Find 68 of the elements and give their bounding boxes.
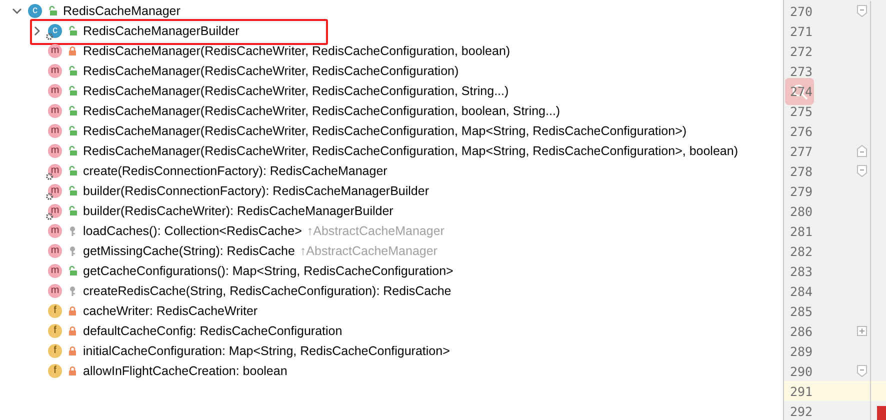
line-number: 285: [790, 304, 813, 318]
method-icon: m: [48, 244, 62, 258]
line-number: 279: [790, 184, 813, 198]
method-icon: m: [48, 104, 62, 118]
member-name[interactable]: builder(RedisCacheWriter): RedisCacheManagerBuilder: [83, 204, 394, 218]
line-number: 277: [790, 144, 813, 158]
line-number: 291: [790, 384, 813, 398]
member-name[interactable]: RedisCacheManager(RedisCacheWriter, RedisCacheConfiguration): [83, 64, 459, 78]
member-name[interactable]: loadCaches(): Collection<RedisCache>: [83, 224, 302, 238]
line-number: 292: [790, 404, 813, 418]
line-number: 281: [790, 224, 813, 238]
line-number: 284: [790, 284, 813, 298]
inherited-from: ↑AbstractCacheManager: [300, 244, 438, 258]
fold-plus-icon[interactable]: [857, 326, 868, 336]
member-name[interactable]: defaultCacheConfig: RedisCacheConfiguration: [83, 324, 342, 338]
method-icon: m: [48, 144, 62, 158]
method-icon: m: [48, 164, 62, 178]
line-number: 278: [790, 164, 813, 178]
member-name[interactable]: RedisCacheManager(RedisCacheWriter, RedisCacheConfiguration, Map<String, RedisCacheConfiguration>): [83, 124, 687, 138]
method-icon: m: [48, 264, 62, 278]
line-number: 276: [790, 124, 813, 138]
member-name[interactable]: getMissingCache(String): RedisCache: [83, 244, 295, 258]
field-icon: f: [48, 364, 62, 378]
line-number: 274: [790, 84, 813, 98]
line-number: 286: [790, 324, 813, 338]
method-icon: m: [48, 84, 62, 98]
method-icon: m: [48, 224, 62, 238]
member-name[interactable]: allowInFlightCacheCreation: boolean: [83, 364, 288, 378]
member-name[interactable]: RedisCacheManager(RedisCacheWriter, RedisCacheConfiguration, boolean, String...): [83, 104, 560, 118]
method-icon: m: [48, 204, 62, 218]
fold-minus-icon[interactable]: [857, 365, 868, 377]
method-icon: m: [48, 184, 62, 198]
line-number: 270: [790, 4, 813, 18]
member-name[interactable]: RedisCacheManager: [63, 4, 180, 18]
class-icon: c: [28, 4, 42, 18]
member-name[interactable]: createRedisCache(String, RedisCacheConfiguration): RedisCache: [83, 284, 452, 298]
field-icon: f: [48, 324, 62, 338]
method-icon: m: [48, 284, 62, 298]
fold-minus-icon[interactable]: [857, 5, 868, 17]
fold-minus-icon[interactable]: [857, 165, 868, 177]
fold-minus-icon[interactable]: [857, 145, 868, 157]
line-number: 290: [790, 364, 813, 378]
line-number: 282: [790, 244, 813, 258]
member-name[interactable]: builder(RedisConnectionFactory): RedisCacheManagerBuilder: [83, 184, 430, 198]
member-name[interactable]: RedisCacheManager(RedisCacheWriter, RedisCacheConfiguration, Map<String, RedisCacheConfiguration>, boolean): [83, 144, 738, 158]
field-icon: f: [48, 304, 62, 318]
member-name[interactable]: getCacheConfigurations(): Map<String, RedisCacheConfiguration>: [83, 264, 454, 278]
method-icon: m: [48, 64, 62, 78]
member-name[interactable]: cacheWriter: RedisCacheWriter: [83, 304, 258, 318]
search-icon[interactable]: [785, 78, 814, 105]
line-number: 273: [790, 64, 813, 78]
member-name[interactable]: RedisCacheManager(RedisCacheWriter, RedisCacheConfiguration, boolean): [83, 44, 510, 58]
line-number: 271: [790, 24, 813, 38]
error-stripe-mark: [877, 406, 886, 420]
line-number: 283: [790, 264, 813, 278]
member-name[interactable]: RedisCacheManager(RedisCacheWriter, RedisCacheConfiguration, String...): [83, 84, 509, 98]
class-icon: c: [48, 24, 62, 38]
method-icon: m: [48, 44, 62, 58]
line-number: 280: [790, 204, 813, 218]
line-number: 289: [790, 344, 813, 358]
inherited-from: ↑AbstractCacheManager: [306, 224, 444, 238]
member-name[interactable]: initialCacheConfiguration: Map<String, RedisCacheConfiguration>: [83, 344, 450, 358]
field-icon: f: [48, 344, 62, 358]
member-name[interactable]: create(RedisConnectionFactory): RedisCacheManager: [83, 164, 388, 178]
line-number: 275: [790, 104, 813, 118]
member-name[interactable]: RedisCacheManagerBuilder: [83, 24, 240, 38]
method-icon: m: [48, 124, 62, 138]
line-number: 272: [790, 44, 813, 58]
